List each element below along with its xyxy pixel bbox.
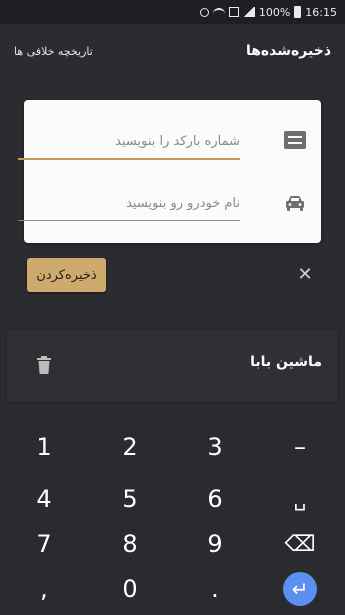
key-period[interactable]: .	[172, 563, 258, 615]
alarm-icon	[199, 7, 209, 17]
barcode-field-container	[18, 124, 240, 160]
close-icon[interactable]: ✕	[296, 266, 314, 284]
battery-icon	[294, 6, 302, 18]
key-minus[interactable]: –	[257, 421, 343, 473]
key-0[interactable]: 0	[87, 563, 173, 615]
wifi-icon	[212, 7, 225, 17]
car-name-field-container	[18, 186, 240, 221]
input-card	[24, 100, 321, 243]
saved-item[interactable]: ماشین بابا	[7, 330, 338, 402]
save-button[interactable]: ذخیره‌کردن	[27, 258, 106, 292]
key-1[interactable]: 1	[1, 421, 87, 473]
key-2[interactable]: 2	[87, 421, 173, 473]
clock: 16:15	[305, 5, 337, 19]
status-bar: 100% 16:15	[0, 0, 345, 24]
key-3[interactable]: 3	[172, 421, 258, 473]
battery-percent: 100%	[258, 5, 291, 19]
car-name-input[interactable]	[18, 186, 240, 220]
page-title: ذخیره‌شده‌ها	[245, 43, 331, 59]
history-link[interactable]: تاریخچه خلافی ها	[14, 45, 93, 58]
key-comma[interactable]: ,	[1, 563, 87, 615]
enter-key[interactable]: ↵	[257, 563, 343, 615]
saved-item-name: ماشین بابا	[250, 354, 322, 370]
signal-icon	[242, 7, 255, 17]
barcode-input[interactable]	[18, 124, 240, 158]
car-icon	[285, 194, 305, 212]
app-bar: تاریخچه خلافی ها ذخیره‌شده‌ها	[0, 24, 345, 78]
barcode-icon	[284, 131, 306, 149]
trash-icon[interactable]	[37, 356, 51, 374]
enter-icon: ↵	[283, 572, 317, 606]
notification-icon	[228, 7, 239, 17]
numeric-keyboard: 1 2 3 – 4 5 6 ␣ 7 8 9 ⌫ , 0 . ↵	[0, 418, 345, 613]
